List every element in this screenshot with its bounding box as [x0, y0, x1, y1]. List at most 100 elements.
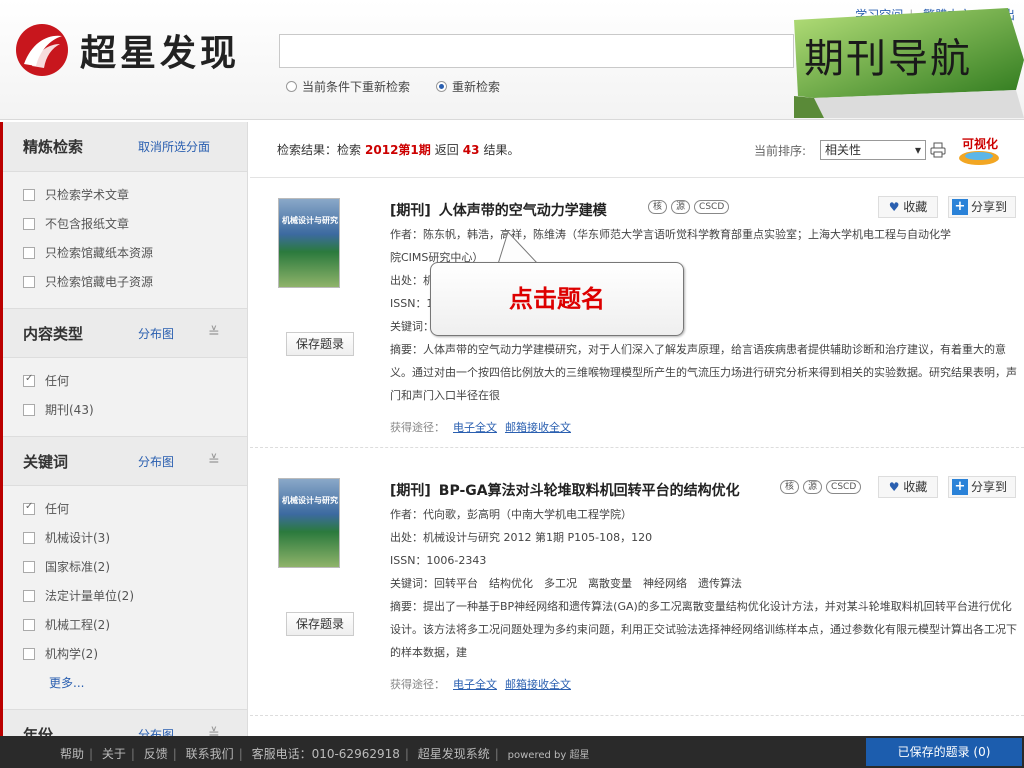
chevron-down-icon[interactable]: ≚ [208, 325, 220, 341]
record-abstract: 摘要：人体声带的空气动力学建模研究，对于人们深入了解发声原理，给言语疾病患者提供… [390, 343, 1017, 402]
search-input[interactable] [279, 34, 794, 68]
refine-item[interactable]: 只检索馆藏电子资源 [23, 267, 247, 296]
checkbox[interactable] [23, 560, 35, 573]
share-label: 分享到 [971, 480, 1008, 494]
checkbox[interactable] [23, 531, 35, 544]
saved-records-button[interactable]: 已保存的题录 (0) [866, 738, 1022, 766]
facet-item[interactable]: 法定计量单位(2) [23, 581, 247, 610]
checkbox-checked[interactable] [23, 373, 35, 387]
footer: 帮助 | 关于 | 反馈 | 联系我们 | 客服电话：010-62962918 | 超星发… [0, 736, 1024, 768]
index-badges: 核 源 CSCD [780, 480, 862, 494]
item-label: 国家标准(2) [45, 560, 110, 574]
save-record-button[interactable]: 保存题录 [286, 612, 354, 636]
header: 超星发现 当前条件下重新检索 重新检索 学习空间| 繁體中文| 退出 [0, 0, 1024, 120]
callout-pointer [498, 232, 539, 264]
journal-nav-banner: 期刊导航 [794, 0, 1024, 118]
share-button[interactable]: + 分享到 [948, 476, 1016, 498]
item-label: 只检索学术文章 [45, 188, 130, 202]
record-author: 作者：陈东帆，韩浩，高祥，陈维涛（华东师范大学言语听觉科学教育部重点实验室；上海… [390, 228, 951, 241]
item-label: 法定计量单位(2) [45, 589, 134, 603]
refine-title: 精炼检索 [23, 138, 84, 156]
record-title-link[interactable]: [期刊] BP-GA算法对斗轮堆取料机回转平台的结构优化 [390, 480, 740, 500]
distribution-link[interactable]: 分布图 [138, 453, 174, 470]
facet-item[interactable]: 机械工程(2) [23, 610, 247, 639]
logo-text: 超星发现 [80, 33, 241, 74]
item-label: 机械设计(3) [45, 531, 110, 545]
favorite-button[interactable]: ♥ 收藏 [878, 476, 938, 498]
record-title-link[interactable]: [期刊] 人体声带的空气动力学建模 [390, 200, 607, 220]
result-mid: 返回 [434, 143, 459, 157]
radio-search-within[interactable]: 当前条件下重新检索 [286, 78, 410, 95]
radio-new-search[interactable]: 重新检索 [436, 78, 500, 95]
record-author: 作者：代向歌，彭高明（中南大学机电工程学院） [390, 508, 632, 521]
facet-item[interactable]: 任何 [23, 366, 247, 395]
item-label: 任何 [45, 374, 70, 388]
item-label: 不包含报纸文章 [45, 217, 130, 231]
access-row: 获得途径： 电子全文 邮箱接收全文 [390, 676, 571, 692]
fulltext-link[interactable]: 电子全文 [453, 678, 497, 691]
facet-item[interactable]: 期刊(43) [23, 395, 247, 424]
cscd-badge: CSCD [826, 480, 862, 494]
checkbox[interactable] [23, 275, 35, 288]
record-source: 出处：机械设计与研究 2012 第1期 P105-108，120 [390, 531, 653, 544]
share-label: 分享到 [971, 200, 1008, 214]
content-type-title: 内容类型 [23, 324, 84, 343]
record-type-tag: [期刊] [390, 203, 431, 219]
record-title: BP-GA算法对斗轮堆取料机回转平台的结构优化 [438, 483, 740, 499]
visualization-label: 可视化 [962, 137, 999, 151]
keywords-title: 关键词 [23, 452, 69, 471]
sort-label: 当前排序: [754, 144, 807, 158]
print-icon[interactable] [930, 142, 946, 158]
checkbox[interactable] [23, 589, 35, 602]
radio-label: 当前条件下重新检索 [302, 80, 411, 94]
cscd-badge: CSCD [694, 200, 730, 214]
logo[interactable]: 超星发现 [14, 22, 240, 78]
footer-feedback-link[interactable]: 反馈 [144, 747, 168, 761]
footer-phone: 客服电话：010-62962918 [251, 747, 400, 761]
visualization-button[interactable]: 可视化 [954, 134, 1004, 166]
save-record-button[interactable]: 保存题录 [286, 332, 354, 356]
sort-select[interactable]: 相关性 ▾ [820, 140, 926, 160]
fulltext-link[interactable]: 电子全文 [453, 421, 497, 434]
favorite-button[interactable]: ♥ 收藏 [878, 196, 938, 218]
footer-help-link[interactable]: 帮助 [60, 747, 84, 761]
cover-title: 机械设计与研究 [282, 496, 338, 505]
plus-icon: + [952, 199, 968, 215]
share-button[interactable]: + 分享到 [948, 196, 1016, 218]
email-fulltext-link[interactable]: 邮箱接收全文 [505, 421, 571, 434]
radio-dot [286, 81, 297, 92]
record-title: 人体声带的空气动力学建模 [438, 203, 607, 219]
checkbox[interactable] [23, 246, 35, 259]
checkbox[interactable] [23, 618, 35, 631]
checkbox[interactable] [23, 188, 35, 201]
more-link[interactable]: 更多... [23, 668, 247, 697]
chevron-down-icon[interactable]: ≚ [208, 453, 220, 469]
journal-cover[interactable]: 机械设计与研究 [278, 478, 340, 568]
refine-item[interactable]: 不包含报纸文章 [23, 209, 247, 238]
record-source: 出处：机 [390, 274, 434, 287]
distribution-link[interactable]: 分布图 [138, 325, 174, 342]
refine-item[interactable]: 只检索馆藏纸本资源 [23, 238, 247, 267]
access-label: 获得途径： [390, 421, 445, 434]
checkbox[interactable] [23, 403, 35, 416]
checkbox-checked[interactable] [23, 501, 35, 515]
item-label: 只检索馆藏纸本资源 [45, 246, 154, 260]
item-label: 期刊(43) [45, 403, 94, 417]
facet-item[interactable]: 国家标准(2) [23, 552, 247, 581]
footer-about-link[interactable]: 关于 [102, 747, 126, 761]
checkbox[interactable] [23, 217, 35, 230]
record-abstract: 摘要：提出了一种基于BP神经网络和遗传算法(GA)的多工况离散变量结构优化设计方… [390, 600, 1017, 659]
facet-item[interactable]: 机械设计(3) [23, 523, 247, 552]
refine-item[interactable]: 只检索学术文章 [23, 180, 247, 209]
journal-cover[interactable]: 机械设计与研究 [278, 198, 340, 288]
facet-item[interactable]: 任何 [23, 494, 247, 523]
footer-contact-link[interactable]: 联系我们 [186, 747, 234, 761]
item-label: 只检索馆藏电子资源 [45, 275, 154, 289]
facet-item[interactable]: 机构学(2) [23, 639, 247, 668]
heart-icon: ♥ [888, 200, 900, 214]
checkbox[interactable] [23, 647, 35, 660]
clear-facets-link[interactable]: 取消所选分面 [138, 138, 210, 155]
result-summary: 检索结果：检索 2012第1期 返回 43 结果。 当前排序: 相关性 ▾ 可视化 [250, 122, 1024, 178]
result-record: 机械设计与研究 保存题录 [期刊] BP-GA算法对斗轮堆取料机回转平台的结构优化… [250, 458, 1024, 716]
email-fulltext-link[interactable]: 邮箱接收全文 [505, 678, 571, 691]
